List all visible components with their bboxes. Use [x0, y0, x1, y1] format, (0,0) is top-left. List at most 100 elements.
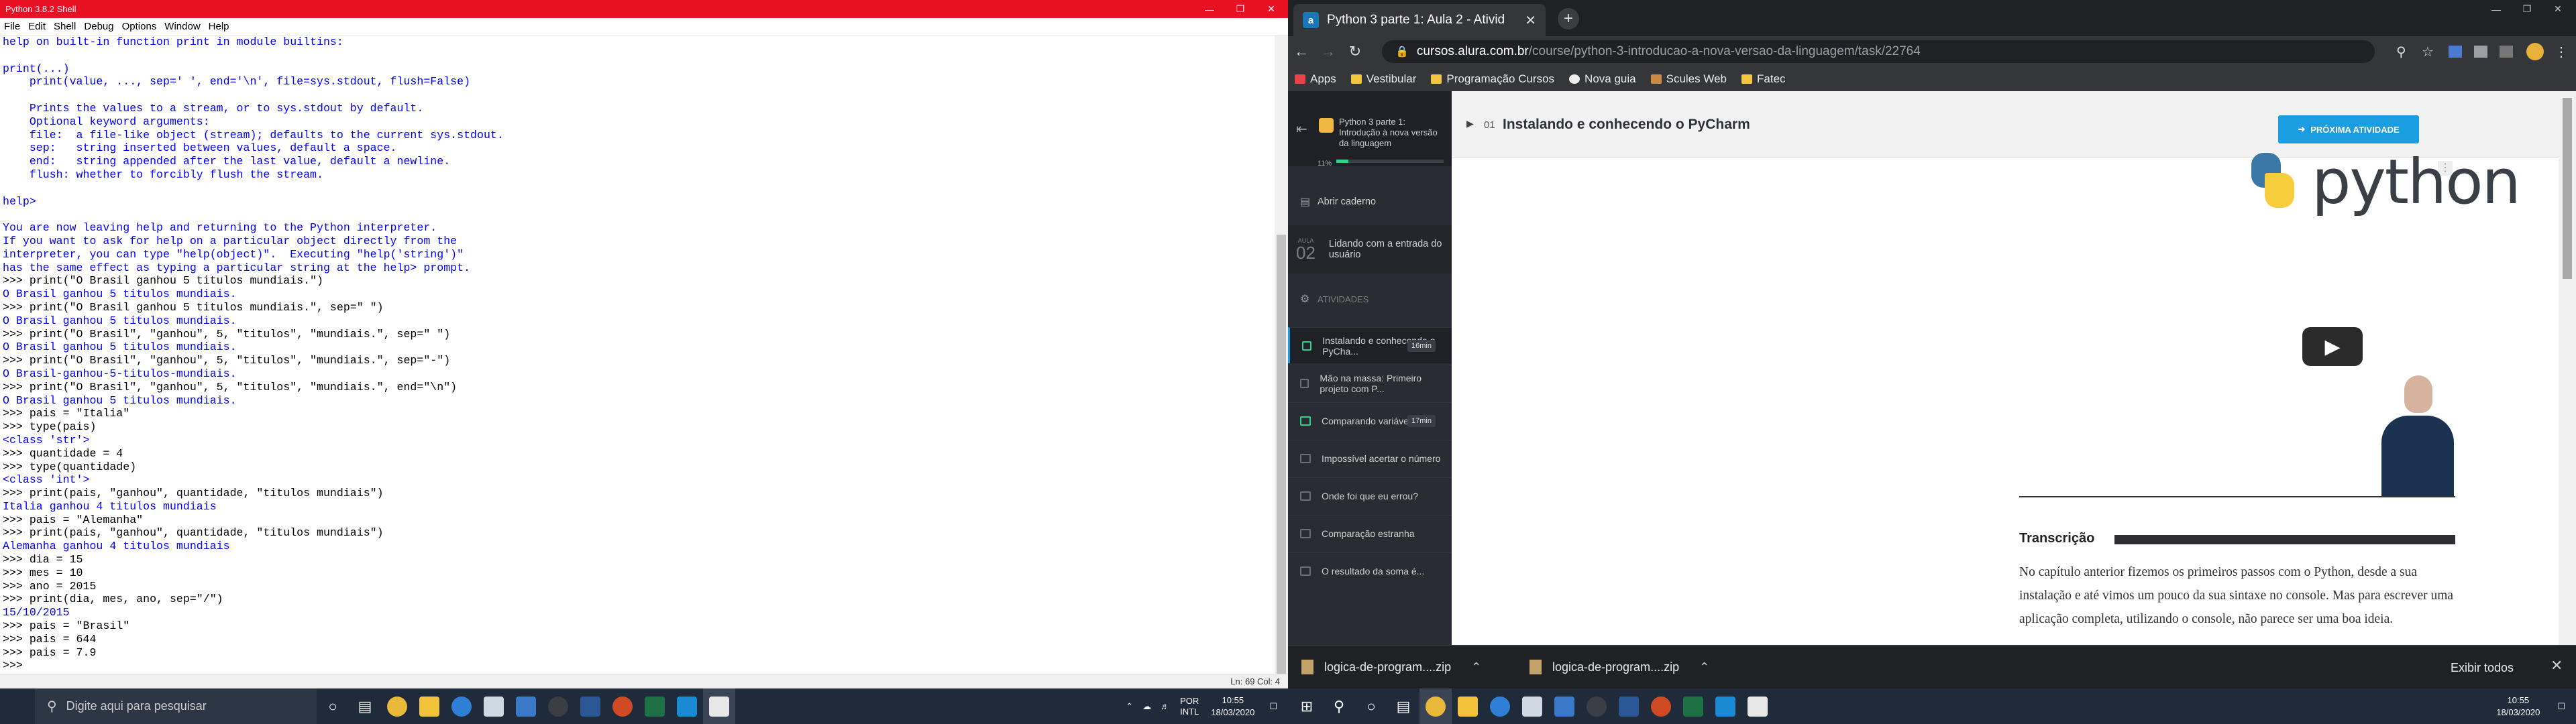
idle-taskbar-icon[interactable] — [703, 688, 735, 724]
shell-line: help> — [3, 194, 36, 208]
folder-icon — [1350, 74, 1362, 84]
notification-icon[interactable]: ☐ — [2557, 701, 2565, 712]
minimize-icon[interactable]: — — [1194, 0, 1225, 18]
star-icon[interactable]: ☆ — [2422, 44, 2434, 60]
activity-item[interactable]: Comparação estranha — [1288, 515, 1452, 551]
page-scrollbar-thumb[interactable] — [2563, 98, 2572, 279]
app-icon[interactable] — [542, 688, 574, 724]
clock-date[interactable]: 18/03/2020 — [2496, 707, 2540, 719]
edge-icon[interactable] — [1484, 688, 1516, 724]
reload-icon[interactable]: ↻ — [1342, 43, 1368, 60]
activity-item[interactable]: Mão na massa: Primeiro projeto com P... — [1288, 365, 1452, 401]
play-button[interactable]: ▶ — [2302, 327, 2363, 366]
chevron-up-icon[interactable]: ⌃ — [1471, 660, 1481, 674]
address-bar[interactable]: 🔒 cursos.alura.com.br /course/python-3-i… — [1382, 40, 2375, 63]
idle-taskbar-icon[interactable] — [1741, 688, 1774, 724]
activity-item[interactable]: Onde foi que eu errou? — [1288, 477, 1452, 514]
aula-item[interactable]: AULA 02 Lidando com a entrada do usuário — [1288, 225, 1452, 274]
bookmark-apps[interactable]: Apps — [1295, 72, 1336, 86]
menu-file[interactable]: File — [0, 21, 24, 32]
clock-time[interactable]: 10:55 — [2496, 695, 2540, 707]
start-icon[interactable]: ⊞ — [1291, 688, 1323, 724]
mail-icon[interactable] — [1548, 688, 1580, 724]
system-tray-left: ⌃ ☁ ♬ POR INTL 10:55 18/03/2020 ☐ — [1126, 688, 1288, 724]
chevron-up-icon[interactable]: ⌃ — [1699, 660, 1709, 674]
activities-icon: ⚙ — [1300, 294, 1310, 305]
menu-window[interactable]: Window — [160, 21, 204, 32]
download-item-2[interactable]: logica-de-program....zip ⌃ — [1529, 646, 1744, 689]
tray-chevron-icon[interactable]: ⌃ — [1126, 701, 1133, 712]
notification-icon[interactable]: ☐ — [1269, 701, 1277, 712]
menu-help[interactable]: Help — [205, 21, 233, 32]
bookmark-fatec[interactable]: Fatec — [1741, 72, 1786, 86]
extension-icon-2[interactable] — [2474, 46, 2487, 58]
chrome-minimize-icon[interactable]: — — [2481, 0, 2512, 18]
tab-alura-lesson[interactable]: a Python 3 parte 1: Aula 2 - Ativid ✕ — [1293, 4, 1546, 36]
edge-icon[interactable] — [445, 688, 478, 724]
cortana-icon[interactable]: ○ — [317, 688, 349, 724]
mail-icon[interactable] — [510, 688, 542, 724]
chrome-taskbar-icon[interactable] — [1419, 688, 1452, 724]
activity-item[interactable]: O resultado da soma é... — [1288, 552, 1452, 589]
forward-icon[interactable]: → — [1315, 43, 1342, 60]
powerpoint-icon[interactable] — [606, 688, 639, 724]
show-all-downloads-button[interactable]: Exibir todos — [2442, 656, 2522, 680]
new-tab-button[interactable]: + — [1558, 8, 1579, 29]
lang-code[interactable]: POR — [1180, 696, 1199, 707]
bookmark-scules-web[interactable]: Scules Web — [1650, 72, 1727, 86]
excel-icon[interactable] — [1677, 688, 1709, 724]
word-icon[interactable] — [1613, 688, 1645, 724]
activity-item[interactable]: Instalando e conhecendo o PyCha... 16min — [1288, 327, 1452, 363]
zoom-icon[interactable]: ⚲ — [2396, 44, 2406, 60]
menu-debug[interactable]: Debug — [80, 21, 117, 32]
extension-icon-3[interactable] — [2500, 46, 2513, 58]
chrome-taskbar-icon[interactable] — [381, 688, 413, 724]
excel-icon[interactable] — [639, 688, 671, 724]
close-icon[interactable]: ✕ — [1256, 0, 1287, 18]
activity-item[interactable]: Impossível acertar o número — [1288, 440, 1452, 476]
downloads-close-icon[interactable]: ✕ — [2551, 657, 2563, 674]
menu-shell[interactable]: Shell — [50, 21, 80, 32]
network-icon[interactable]: ☁ — [1142, 701, 1151, 712]
chrome-close-icon[interactable]: ✕ — [2542, 0, 2573, 18]
search-icon[interactable]: ⚲ — [1323, 688, 1355, 724]
clock-time[interactable]: 10:55 — [1211, 695, 1254, 707]
menu-options[interactable]: Options — [118, 21, 161, 32]
bookmark-vestibular[interactable]: Vestibular — [1350, 72, 1416, 86]
bookmark-programacao-cursos[interactable]: Programação Cursos — [1431, 72, 1554, 86]
open-notebook[interactable]: ▤ Abrir caderno — [1288, 185, 1452, 219]
word-icon[interactable] — [574, 688, 606, 724]
task-view-icon[interactable]: ▤ — [1387, 688, 1419, 724]
shell-line: interpreter, you can type "help(object)"… — [3, 247, 464, 261]
file-explorer-icon[interactable] — [413, 688, 445, 724]
chrome-maximize-icon[interactable]: ❐ — [2512, 0, 2542, 18]
collapse-menu-icon[interactable]: ⇤ — [1296, 121, 1307, 137]
menu-edit[interactable]: Edit — [24, 21, 50, 32]
profile-avatar[interactable] — [2526, 43, 2544, 60]
extension-icon[interactable] — [2449, 46, 2462, 58]
volume-icon[interactable]: ♬ — [1161, 701, 1169, 711]
idle-scrollbar-thumb[interactable] — [1277, 235, 1286, 674]
taskbar-search-box[interactable]: ⚲ Digite aqui para pesquisar — [35, 688, 317, 724]
powerpoint-icon[interactable] — [1645, 688, 1677, 724]
cortana-icon[interactable]: ○ — [1355, 688, 1387, 724]
vscode-icon[interactable] — [1709, 688, 1741, 724]
back-icon[interactable]: ← — [1288, 43, 1315, 60]
course-title[interactable]: Python 3 parte 1: Introdução à nova vers… — [1339, 117, 1440, 149]
tab-close-icon[interactable]: ✕ — [1525, 12, 1536, 29]
clock-date[interactable]: 18/03/2020 — [1211, 707, 1254, 719]
activity-item[interactable]: Comparando variáveis 17min — [1288, 402, 1452, 438]
file-explorer-icon[interactable] — [1452, 688, 1484, 724]
bookmark-nova-guia[interactable]: Nova guia — [1569, 72, 1636, 86]
task-view-icon[interactable]: ▤ — [349, 688, 381, 724]
shell-text-area[interactable]: help on built-in function print in modul… — [3, 36, 1271, 674]
vscode-icon[interactable] — [671, 688, 703, 724]
store-icon[interactable] — [478, 688, 510, 724]
app-icon[interactable] — [1580, 688, 1613, 724]
next-activity-button[interactable]: ➜ PRÓXIMA ATIVIDADE — [2278, 115, 2419, 143]
lang-variant[interactable]: INTL — [1180, 707, 1199, 717]
download-item-1[interactable]: logica-de-program....zip ⌃ — [1301, 646, 1516, 689]
store-icon[interactable] — [1516, 688, 1548, 724]
maximize-icon[interactable]: ❐ — [1225, 0, 1256, 18]
chrome-menu-icon[interactable]: ⋮ — [2555, 44, 2568, 60]
